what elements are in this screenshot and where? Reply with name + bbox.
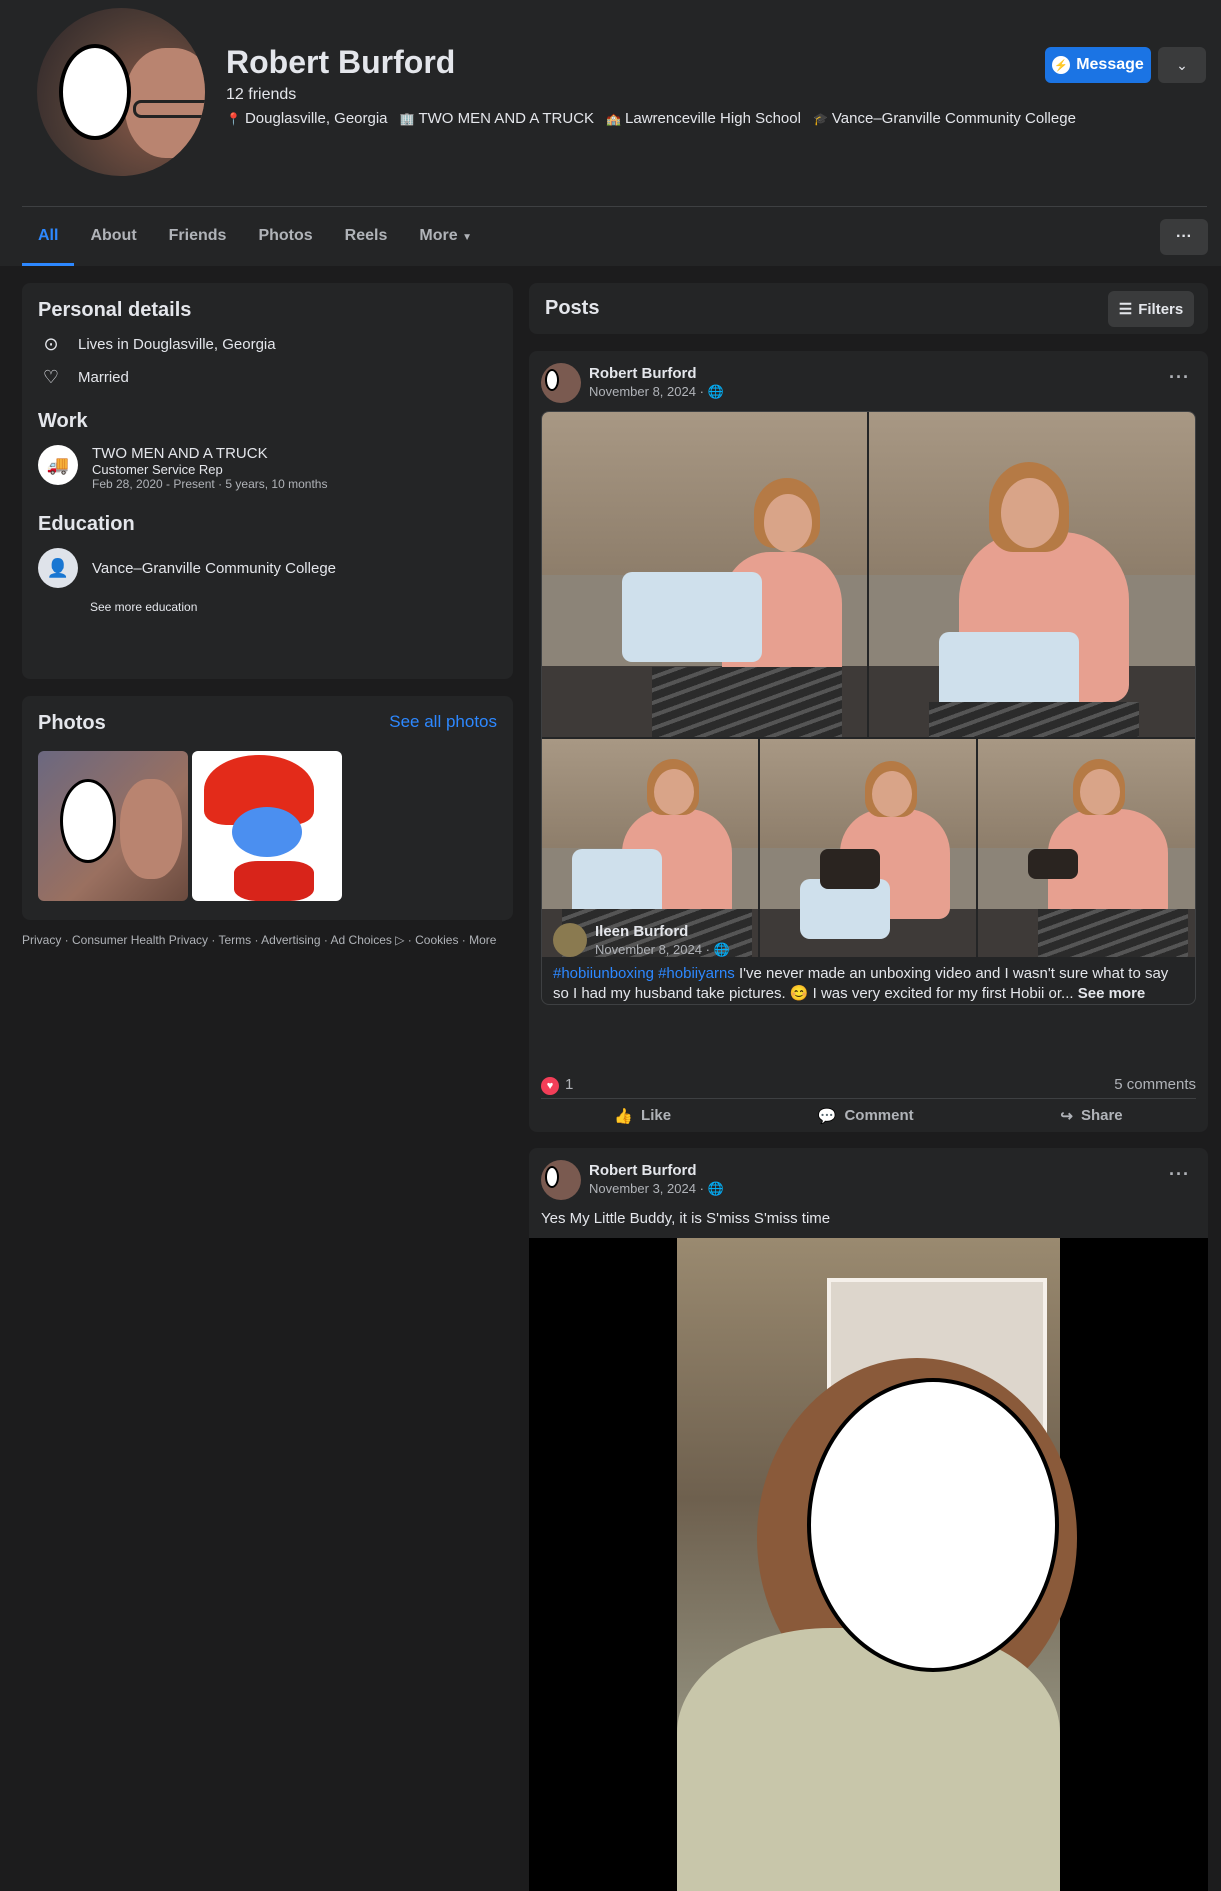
education-heading: Education [38, 513, 135, 535]
location-pin-icon: 📍 [226, 112, 241, 126]
reaction-count[interactable]: ♥ 1 [541, 1076, 573, 1095]
message-button[interactable]: ⚡ Message [1045, 47, 1151, 83]
filters-button[interactable]: ☰ Filters [1108, 291, 1194, 327]
post-image-2[interactable] [869, 412, 1195, 737]
profile-name: Robert Burford [226, 44, 456, 80]
ellipsis-icon: ··· [1169, 1164, 1190, 1184]
shared-date[interactable]: November 8, 2024 · 🌐 [595, 942, 730, 958]
graduation-cap-icon: 🎓 [812, 112, 828, 126]
video-frame [677, 1238, 1077, 1891]
see-more-link[interactable]: See more [1078, 985, 1146, 1002]
hashtag-link[interactable]: #hobiiyarns [658, 965, 735, 982]
tab-about[interactable]: About [74, 214, 152, 266]
heart-outline-icon: ♡ [42, 367, 60, 387]
shared-author-avatar[interactable] [553, 922, 587, 957]
photo-thumbnail-2[interactable] [192, 751, 342, 901]
school-logo-icon[interactable]: 👤 [38, 548, 78, 588]
like-button[interactable]: 👍 Like [614, 1107, 671, 1125]
comment-button[interactable]: 💬 Comment [818, 1107, 914, 1125]
meta-work: 🏢 TWO MEN AND A TRUCK [399, 110, 595, 127]
meta-college: 🎓 Vance–Granville Community College [812, 110, 1076, 127]
shared-author[interactable]: Ileen Burford [595, 923, 730, 940]
work-heading: Work [38, 410, 88, 432]
post-image-1[interactable] [542, 412, 867, 737]
profile-avatar[interactable] [37, 8, 205, 176]
friends-count[interactable]: 12 friends [226, 86, 296, 104]
post-card: Robert Burford November 3, 2024 · 🌐 ··· … [529, 1148, 1208, 1891]
footer-links[interactable]: Privacy · Consumer Health Privacy · Term… [22, 932, 513, 948]
post-author[interactable]: Robert Burford [589, 1162, 724, 1179]
lives-in-row: ⊙ Lives in Douglasville, Georgia [38, 334, 497, 355]
tab-more[interactable]: More ▼ [403, 214, 488, 266]
post-options-button[interactable]: ··· [1169, 367, 1190, 388]
relationship-row: ♡ Married [38, 367, 497, 388]
school-icon: 🏫 [606, 112, 622, 126]
meta-location: 📍 Douglasville, Georgia [226, 110, 388, 127]
work-dates: Feb 28, 2020 - Present · 5 years, 10 mon… [92, 477, 328, 491]
messenger-icon: ⚡ [1052, 56, 1071, 74]
post-options-button[interactable]: ··· [1169, 1164, 1190, 1185]
tab-reels[interactable]: Reels [329, 214, 404, 266]
share-arrow-icon: ↪ [1060, 1107, 1073, 1125]
comment-bubble-icon: 💬 [817, 1107, 837, 1125]
share-button[interactable]: ↪ Share [1060, 1107, 1122, 1125]
tab-photos[interactable]: Photos [242, 214, 328, 266]
love-reaction-icon: ♥ [541, 1077, 559, 1095]
personal-details-heading: Personal details [38, 299, 192, 321]
post-video[interactable] [529, 1238, 1208, 1891]
post-actions: 👍 Like 💬 Comment ↪ Share [541, 1098, 1196, 1132]
post-header: Robert Burford November 8, 2024 · 🌐 [541, 363, 724, 403]
author-avatar[interactable] [541, 1160, 581, 1200]
intro-card: Personal details ⊙ Lives in Douglasville… [22, 283, 513, 679]
photos-card: Photos See all photos [22, 696, 513, 920]
photo-thumbnail-1[interactable] [38, 751, 188, 901]
education-row: 👤 Vance–Granville Community College [38, 548, 497, 588]
author-avatar[interactable] [541, 363, 581, 403]
caret-down-icon: ▼ [462, 232, 472, 243]
thumbs-up-icon: 👍 [614, 1107, 634, 1125]
profile-options-dropdown[interactable]: ⌄ [1158, 47, 1206, 83]
post-header: Robert Burford November 3, 2024 · 🌐 [541, 1160, 724, 1200]
see-all-photos-link[interactable]: See all photos [389, 712, 497, 732]
company-logo-icon[interactable]: 🚚 [38, 445, 78, 485]
work-icon: 🏢 [399, 112, 415, 126]
post-card: Robert Burford November 8, 2024 · 🌐 ··· [529, 351, 1208, 1132]
header-divider [22, 206, 1207, 207]
post-date[interactable]: November 8, 2024 · 🌐 [589, 384, 724, 400]
more-options-button[interactable]: ··· [1160, 219, 1208, 255]
ellipsis-icon: ··· [1176, 228, 1192, 245]
shared-post-caption: Ileen Burford November 8, 2024 · 🌐 #hobi… [541, 909, 1196, 1016]
post-date[interactable]: November 3, 2024 · 🌐 [589, 1181, 724, 1197]
post-text: Yes My Little Buddy, it is S'miss S'miss… [541, 1210, 831, 1227]
comments-count[interactable]: 5 comments [1114, 1076, 1196, 1095]
location-pin-icon: ⊙ [43, 334, 59, 354]
ellipsis-icon: ··· [1169, 367, 1190, 387]
tab-all[interactable]: All [22, 214, 75, 266]
work-role: Customer Service Rep [92, 462, 223, 477]
work-row: 🚚 TWO MEN AND A TRUCK Customer Service R… [38, 445, 497, 491]
hashtag-link[interactable]: #hobiiunboxing [553, 965, 654, 982]
sliders-icon: ☰ [1118, 301, 1133, 318]
post-text: #hobiiunboxing #hobiiyarns I've never ma… [553, 965, 1169, 1002]
posts-heading: Posts [545, 297, 600, 319]
meta-school: 🏫 Lawrenceville High School [606, 110, 801, 127]
chevron-down-icon: ⌄ [1176, 56, 1188, 73]
see-more-education-link[interactable]: See more education [90, 600, 497, 614]
reactions-bar: ♥ 1 5 comments [541, 1076, 1196, 1095]
work-company[interactable]: TWO MEN AND A TRUCK [92, 445, 327, 462]
posts-header: Posts ☰ Filters [529, 283, 1208, 334]
tab-friends[interactable]: Friends [153, 214, 243, 266]
post-author[interactable]: Robert Burford [589, 365, 724, 382]
profile-tabs: All About Friends Photos Reels More ▼ [22, 214, 488, 266]
profile-meta: 📍 Douglasville, Georgia 🏢 TWO MEN AND A TR… [226, 110, 1076, 127]
